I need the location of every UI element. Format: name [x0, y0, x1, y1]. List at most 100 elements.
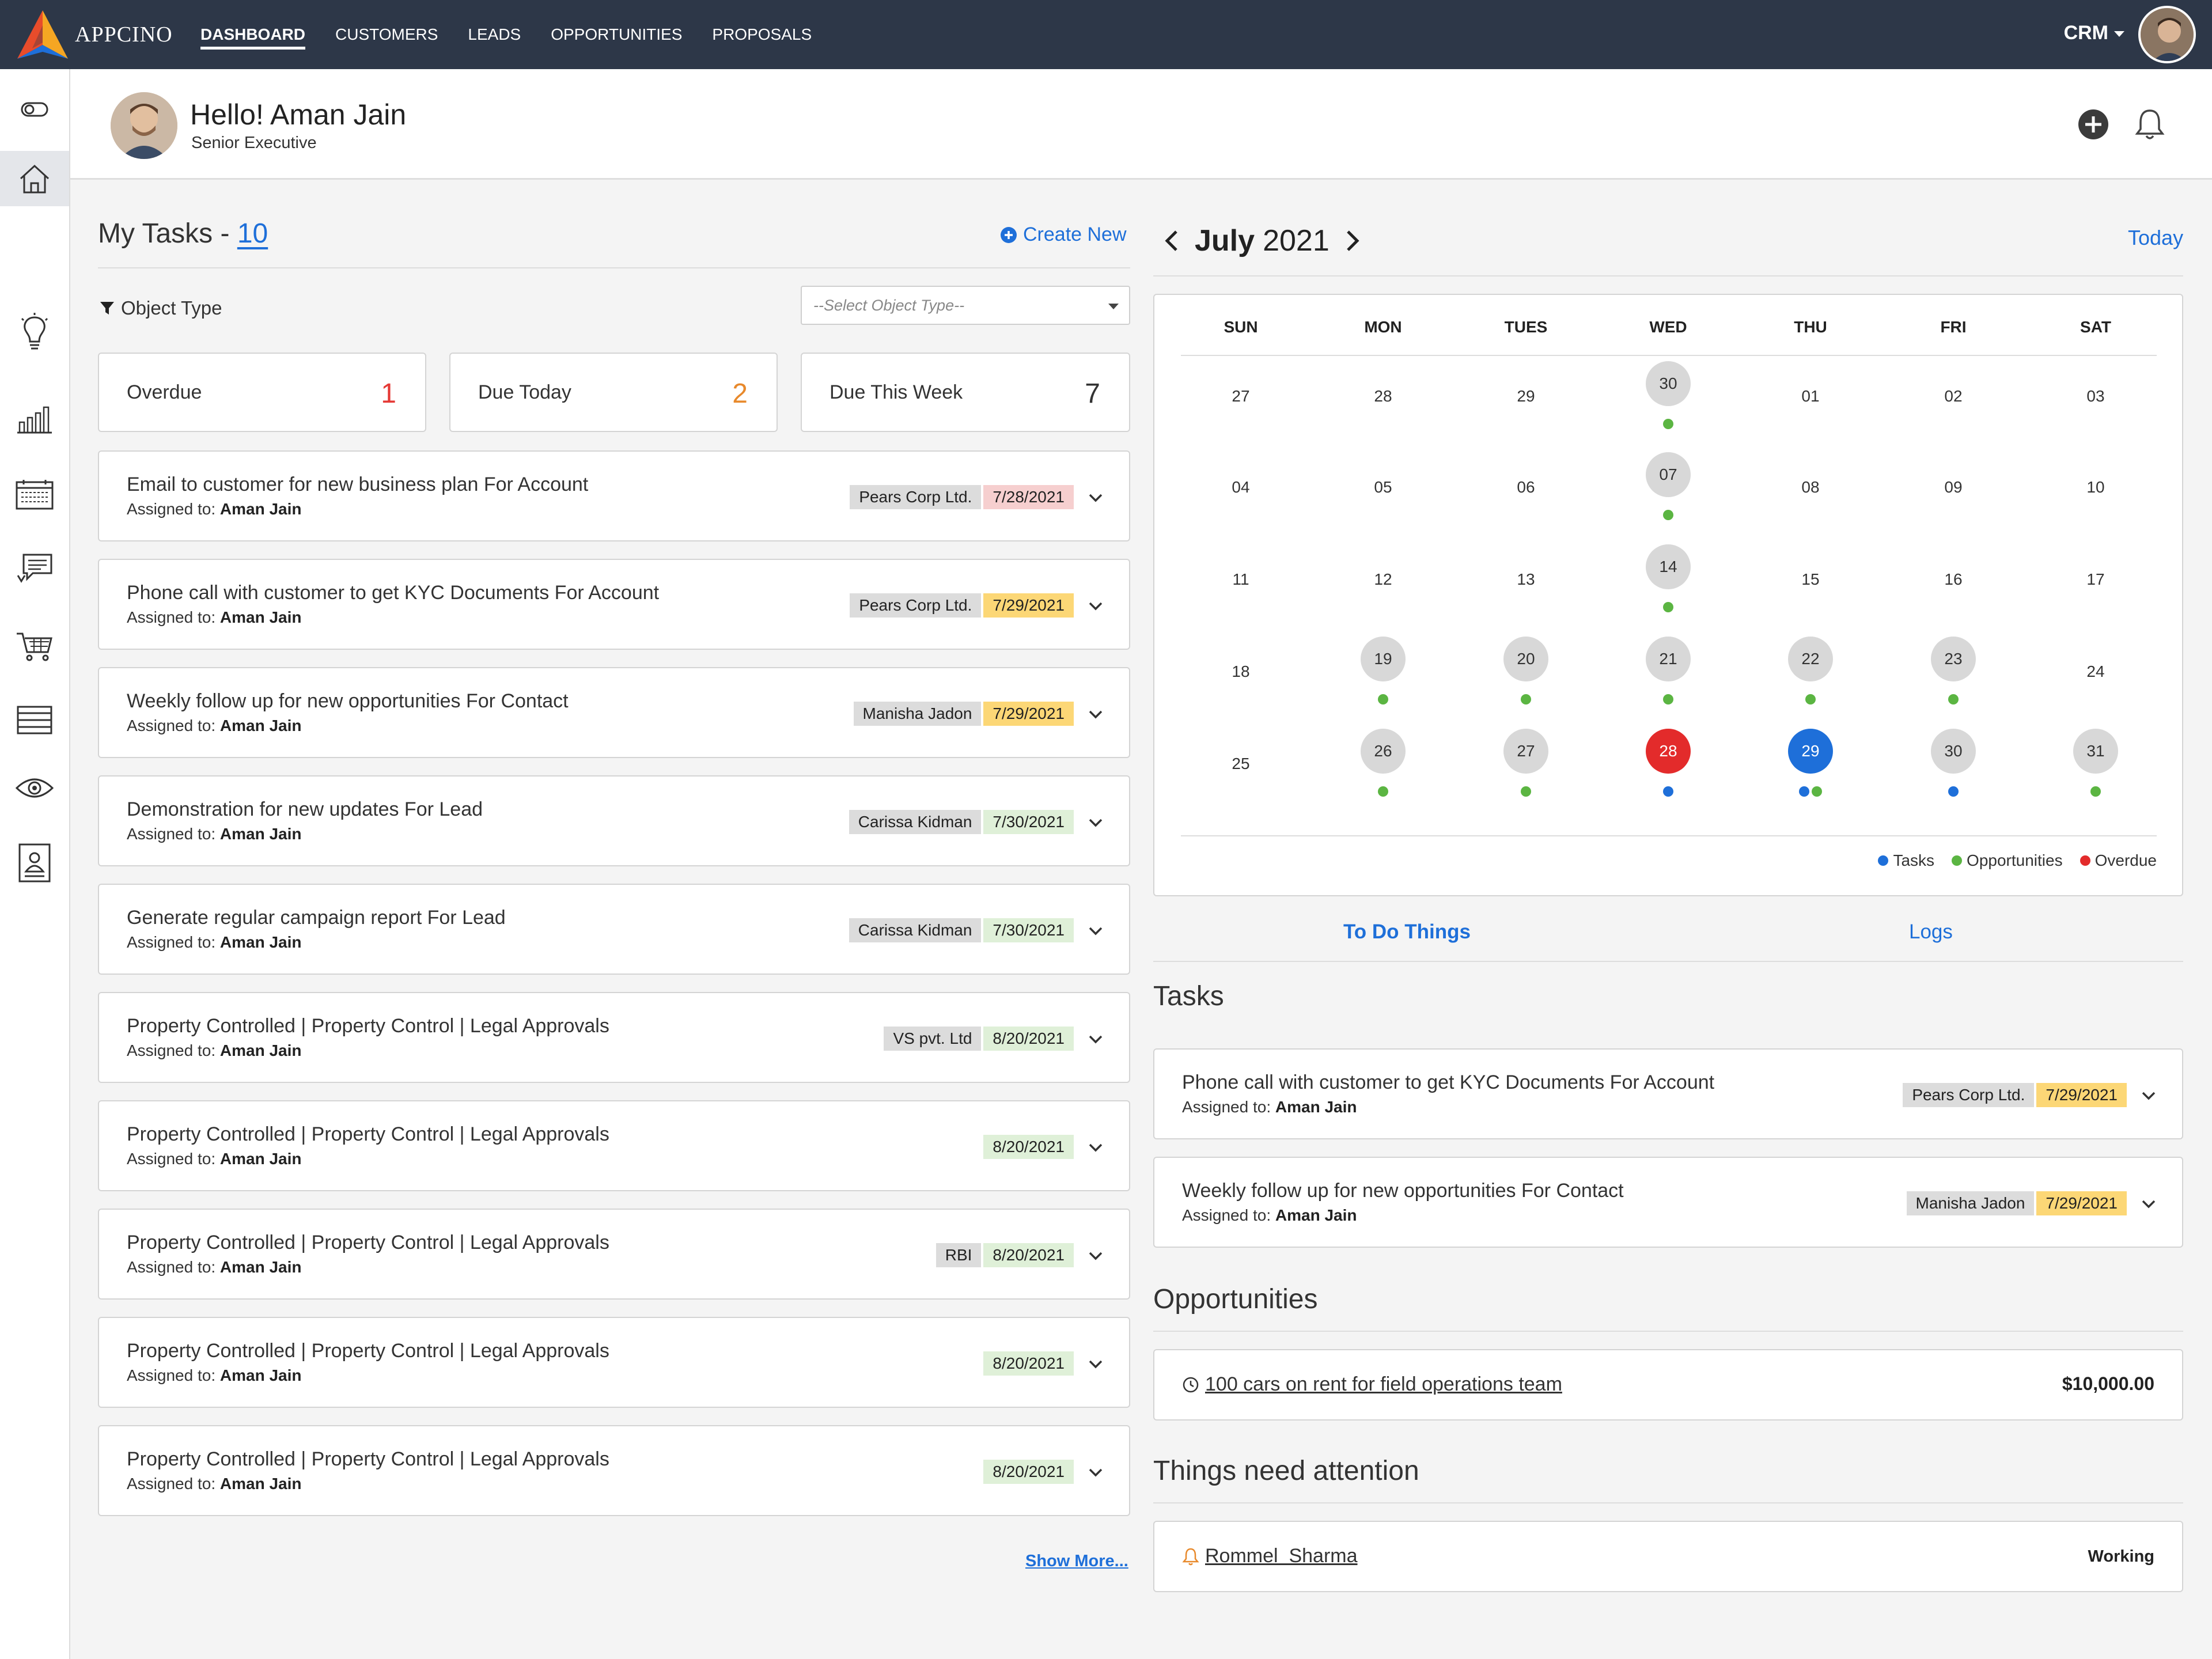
stat-due-today[interactable]: Due Today 2	[449, 353, 778, 432]
chevron-down-icon[interactable]	[1088, 598, 1104, 614]
task-card[interactable]: Phone call with customer to get KYC Docu…	[98, 559, 1130, 650]
task-title[interactable]: Property Controlled | Property Control |…	[127, 1448, 609, 1471]
tab-logs[interactable]: Logs	[1909, 921, 1953, 944]
bell-icon[interactable]	[2133, 107, 2167, 142]
chevron-down-icon[interactable]	[2141, 1196, 2157, 1212]
task-title[interactable]: Weekly follow up for new opportunities F…	[127, 690, 569, 713]
calendar-day[interactable]: 16	[1931, 557, 1976, 602]
chevron-down-icon[interactable]	[1088, 1139, 1104, 1156]
chevron-down-icon[interactable]	[1088, 490, 1104, 506]
object-type-select[interactable]: --Select Object Type--	[801, 286, 1130, 325]
task-card[interactable]: Property Controlled | Property Control |…	[98, 1100, 1130, 1191]
add-circle-icon[interactable]	[2076, 107, 2111, 142]
nav-customers[interactable]: CUSTOMERS	[335, 0, 438, 69]
calendar-today-button[interactable]: Today	[2128, 226, 2183, 250]
sidebar-item-watch[interactable]	[0, 760, 69, 816]
sidebar-item-cart[interactable]	[0, 619, 69, 674]
calendar-day[interactable]: 23	[1931, 637, 1976, 681]
calendar-day[interactable]: 05	[1361, 465, 1406, 510]
task-card[interactable]: Weekly follow up for new opportunities F…	[1153, 1157, 2183, 1248]
chevron-down-icon[interactable]	[1088, 815, 1104, 831]
calendar-day[interactable]: 14	[1646, 544, 1691, 589]
opportunity-link[interactable]: 100 cars on rent for field operations te…	[1182, 1373, 1562, 1396]
calendar-day[interactable]: 22	[1788, 637, 1833, 681]
calendar-day[interactable]: 28	[1646, 729, 1691, 774]
chevron-down-icon[interactable]	[1088, 923, 1104, 939]
task-card[interactable]: Weekly follow up for new opportunities F…	[98, 667, 1130, 758]
calendar-day[interactable]: 03	[2073, 374, 2118, 419]
calendar-day[interactable]: 20	[1503, 637, 1548, 681]
calendar-day[interactable]: 15	[1788, 557, 1833, 602]
nav-leads[interactable]: LEADS	[468, 0, 521, 69]
task-title[interactable]: Phone call with customer to get KYC Docu…	[1182, 1071, 1714, 1094]
calendar-day[interactable]: 18	[1218, 649, 1263, 694]
task-title[interactable]: Generate regular campaign report For Lea…	[127, 907, 506, 929]
sidebar-toggle[interactable]	[0, 82, 69, 137]
task-title[interactable]: Property Controlled | Property Control |…	[127, 1232, 609, 1254]
calendar-day[interactable]: 30	[1646, 361, 1691, 406]
sidebar-item-contacts[interactable]	[0, 835, 69, 891]
calendar-day[interactable]: 31	[2073, 729, 2118, 774]
calendar-day[interactable]: 06	[1503, 465, 1548, 510]
calendar-day[interactable]: 29	[1788, 729, 1833, 774]
task-title[interactable]: Weekly follow up for new opportunities F…	[1182, 1180, 1624, 1202]
calendar-day[interactable]: 29	[1503, 374, 1548, 419]
create-new-button[interactable]: Create New	[1000, 224, 1127, 246]
calendar-day[interactable]: 01	[1788, 374, 1833, 419]
calendar-day[interactable]: 09	[1931, 465, 1976, 510]
sidebar-item-home[interactable]	[0, 151, 69, 206]
calendar-day[interactable]: 04	[1218, 465, 1263, 510]
nav-dashboard[interactable]: DASHBOARD	[200, 0, 305, 69]
attention-card[interactable]: Rommel Sharma Working	[1153, 1521, 2183, 1592]
task-card[interactable]: Demonstration for new updates For Lead As…	[98, 775, 1130, 866]
sidebar-item-ideas[interactable]	[0, 305, 69, 361]
task-card[interactable]: Property Controlled | Property Control |…	[98, 1317, 1130, 1408]
opportunity-card[interactable]: 100 cars on rent for field operations te…	[1153, 1349, 2183, 1421]
nav-opportunities[interactable]: OPPORTUNITIES	[551, 0, 682, 69]
stat-due-this-week[interactable]: Due This Week 7	[801, 353, 1130, 432]
task-title[interactable]: Demonstration for new updates For Lead	[127, 798, 483, 821]
sidebar-item-calendar[interactable]	[0, 467, 69, 522]
sidebar-item-reports[interactable]	[0, 392, 69, 447]
task-title[interactable]: Property Controlled | Property Control |…	[127, 1123, 609, 1146]
calendar-day[interactable]: 08	[1788, 465, 1833, 510]
task-card[interactable]: Generate regular campaign report For Lea…	[98, 884, 1130, 975]
task-title[interactable]: Email to customer for new business plan …	[127, 474, 588, 496]
calendar-day[interactable]: 27	[1503, 729, 1548, 774]
calendar-day[interactable]: 30	[1931, 729, 1976, 774]
show-more-link[interactable]: Show More...	[1025, 1552, 1128, 1571]
sidebar-item-messages[interactable]	[0, 541, 69, 597]
my-tasks-count[interactable]: 10	[237, 218, 268, 249]
chevron-left-icon[interactable]	[1164, 229, 1181, 252]
task-card[interactable]: Email to customer for new business plan …	[98, 450, 1130, 541]
chevron-down-icon[interactable]	[1088, 1248, 1104, 1264]
task-title[interactable]: Property Controlled | Property Control |…	[127, 1340, 609, 1362]
calendar-day[interactable]: 11	[1218, 557, 1263, 602]
calendar-day[interactable]: 24	[2073, 649, 2118, 694]
chevron-down-icon[interactable]	[1088, 706, 1104, 722]
task-title[interactable]: Property Controlled | Property Control |…	[127, 1015, 609, 1037]
calendar-day[interactable]: 19	[1361, 637, 1406, 681]
sidebar-item-list[interactable]	[0, 692, 69, 748]
calendar-day[interactable]: 10	[2073, 465, 2118, 510]
task-title[interactable]: Phone call with customer to get KYC Docu…	[127, 582, 659, 604]
calendar-day[interactable]: 13	[1503, 557, 1548, 602]
calendar-day[interactable]: 25	[1218, 741, 1263, 786]
calendar-day[interactable]: 28	[1361, 374, 1406, 419]
app-switcher[interactable]: CRM	[2064, 22, 2124, 44]
nav-proposals[interactable]: PROPOSALS	[712, 0, 812, 69]
task-card[interactable]: Phone call with customer to get KYC Docu…	[1153, 1048, 2183, 1139]
calendar-day[interactable]: 02	[1931, 374, 1976, 419]
chevron-down-icon[interactable]	[2141, 1088, 2157, 1104]
calendar-day[interactable]: 26	[1361, 729, 1406, 774]
calendar-day[interactable]: 21	[1646, 637, 1691, 681]
chevron-right-icon[interactable]	[1343, 229, 1361, 252]
attention-link[interactable]: Rommel Sharma	[1182, 1545, 1358, 1567]
task-card[interactable]: Property Controlled | Property Control |…	[98, 1425, 1130, 1516]
task-card[interactable]: Property Controlled | Property Control |…	[98, 1209, 1130, 1300]
calendar-day[interactable]: 17	[2073, 557, 2118, 602]
calendar-day[interactable]: 27	[1218, 374, 1263, 419]
calendar-day[interactable]: 07	[1646, 452, 1691, 497]
chevron-down-icon[interactable]	[1088, 1464, 1104, 1480]
tab-to-do-things[interactable]: To Do Things	[1343, 921, 1471, 944]
